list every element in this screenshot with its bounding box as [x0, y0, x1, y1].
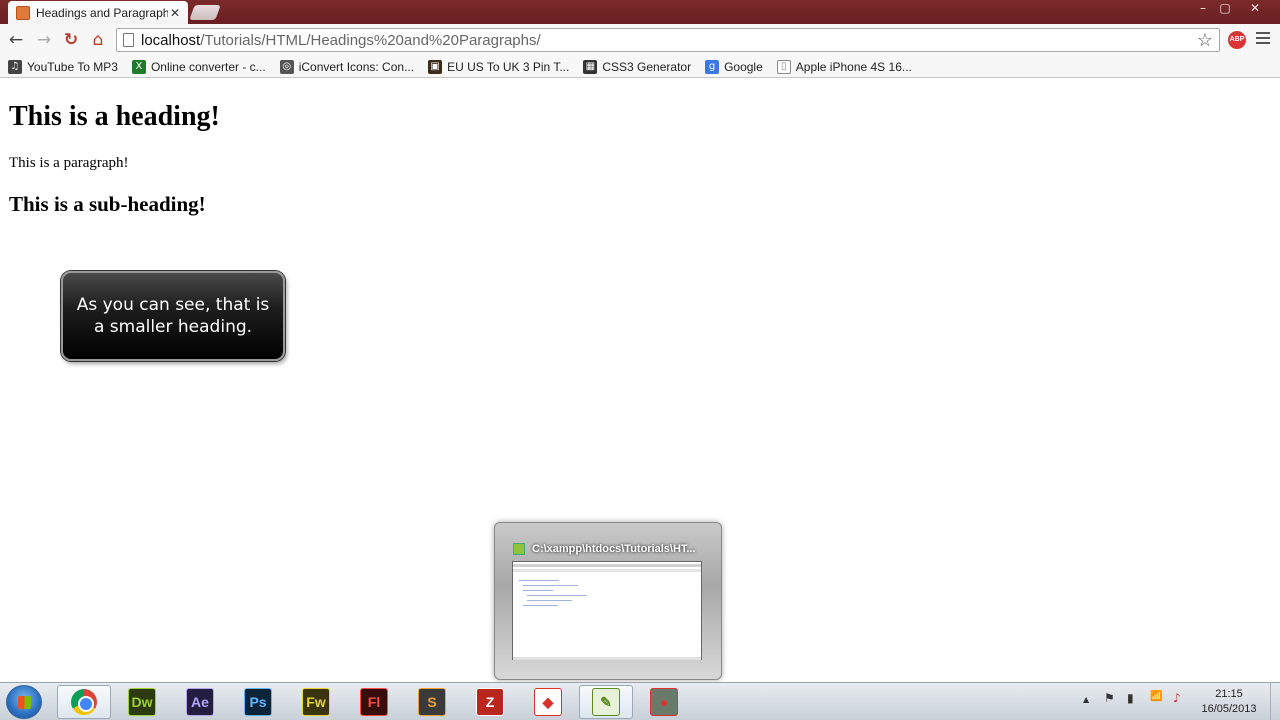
maximize-button[interactable]: ▢	[1210, 0, 1240, 18]
star-icon[interactable]: ☆	[1197, 30, 1213, 51]
forward-arrow-icon[interactable]: →	[34, 30, 54, 50]
bookmark-item[interactable]: ▯ Apple iPhone 4S 16...	[776, 59, 912, 74]
bookmark-item[interactable]: X Online converter - c...	[131, 59, 266, 74]
taskbar-app-flash[interactable]: Fl	[347, 685, 401, 719]
music-note-icon: ♫	[8, 59, 22, 74]
bookmark-item[interactable]: ▣ EU US To UK 3 Pin T...	[428, 59, 570, 74]
bookmark-item[interactable]: ◎ iConvert Icons: Con...	[279, 59, 415, 74]
clock-time: 21:15	[1215, 688, 1243, 700]
xampp-favicon-icon	[16, 5, 30, 20]
tab-close-icon[interactable]: ✕	[168, 6, 182, 20]
adblock-icon[interactable]: ABP	[1228, 31, 1246, 49]
taskbar-app-fireworks[interactable]: Fw	[289, 685, 343, 719]
taskbar-thumbnail-preview[interactable]: C:\xampp\htdocs\Tutorials\HT...	[494, 522, 722, 680]
tray-expand-icon[interactable]: ▲	[1083, 695, 1089, 704]
bookmark-label: Online converter - c...	[150, 59, 266, 74]
page-paragraph: This is a paragraph!	[9, 155, 129, 171]
menu-icon[interactable]	[1256, 32, 1270, 46]
close-window-button[interactable]: ✕	[1240, 0, 1270, 18]
sketchup-icon: ◆	[534, 688, 562, 716]
page-subheading: This is a sub-heading!	[9, 192, 206, 216]
tab-headings-and-paragraphs[interactable]: Headings and Paragraphs ✕	[8, 1, 188, 24]
start-button[interactable]	[6, 685, 42, 719]
taskbar-app-filezilla[interactable]: Z	[463, 685, 517, 719]
notepad-plus-icon: ✎	[592, 688, 620, 716]
taskbar-app-after-effects[interactable]: Ae	[173, 685, 227, 719]
bookmark-label: CSS3 Generator	[602, 59, 692, 74]
reload-icon[interactable]: ↻	[61, 30, 81, 50]
clock-date: 16/05/2013	[1201, 703, 1257, 715]
fireworks-icon: Fw	[302, 688, 330, 716]
bookmark-label: Apple iPhone 4S 16...	[795, 59, 912, 74]
google-icon: g	[705, 59, 720, 74]
filezilla-icon: Z	[476, 688, 504, 716]
sublime-icon: S	[418, 688, 446, 716]
taskbar-app-sublime[interactable]: S	[405, 685, 459, 719]
flash-icon: Fl	[360, 688, 388, 716]
browser-titlebar: Headings and Paragraphs ✕ – ▢ ✕	[0, 0, 1280, 24]
url-host: localhost	[141, 31, 201, 49]
new-tab-button[interactable]	[189, 5, 221, 20]
thumbnail-title: C:\xampp\htdocs\Tutorials\HT...	[513, 541, 713, 557]
bookmark-label: iConvert Icons: Con...	[298, 59, 415, 74]
taskbar-app-sketchup[interactable]: ◆	[521, 685, 575, 719]
after-effects-icon: Ae	[186, 688, 214, 716]
css3-icon: ▦	[583, 59, 598, 74]
iconvert-icon: ◎	[279, 59, 294, 74]
bookmark-item[interactable]: ▦ CSS3 Generator	[583, 59, 692, 74]
bookmark-label: Google	[724, 59, 763, 74]
bookmark-label: YouTube To MP3	[27, 59, 118, 74]
address-bar[interactable]: localhost/Tutorials/HTML/Headings%20and%…	[116, 28, 1220, 52]
browser-toolbar: ← → ↻ ⌂ localhost/Tutorials/HTML/Heading…	[0, 24, 1280, 56]
photoshop-icon: Ps	[244, 688, 272, 716]
windows-taskbar: Dw Ae Ps Fw Fl S Z ◆ ✎ ● ▲ ⚑ ▮ 📶 ♪ 21:15 16/05/20…	[0, 682, 1280, 720]
action-center-flag-icon[interactable]: ⚑	[1104, 691, 1115, 705]
home-icon[interactable]: ⌂	[88, 30, 108, 50]
signal-icon[interactable]: 📶	[1150, 691, 1162, 702]
bookmark-label: EU US To UK 3 Pin T...	[447, 59, 570, 74]
taskbar-app-chrome[interactable]	[57, 685, 111, 719]
volume-muted-icon[interactable]: ♪	[1173, 691, 1181, 705]
taskbar-app-video-tool[interactable]: ●	[637, 685, 691, 719]
taskbar-app-photoshop[interactable]: Ps	[231, 685, 285, 719]
tab-title: Headings and Paragraphs	[36, 5, 168, 20]
page-icon: ▯	[776, 59, 791, 74]
system-clock[interactable]: 21:15 16/05/2013	[1192, 687, 1266, 717]
thumbnail-window-preview	[512, 561, 702, 660]
annotation-callout: As you can see, that is a smaller headin…	[61, 271, 285, 361]
bookmark-item[interactable]: g Google	[705, 59, 763, 74]
show-desktop-button[interactable]	[1270, 683, 1280, 720]
video-tool-icon: ●	[650, 688, 678, 716]
shop-icon: ▣	[428, 59, 443, 74]
bookmark-item[interactable]: ♫ YouTube To MP3	[8, 59, 118, 74]
back-arrow-icon[interactable]: ←	[6, 30, 26, 50]
taskbar-app-notepad-plus[interactable]: ✎	[579, 685, 633, 719]
bookmarks-bar: ♫ YouTube To MP3 X Online converter - c... ◎…	[0, 56, 1280, 78]
page-heading: This is a heading!	[9, 101, 220, 132]
page-icon	[123, 33, 134, 47]
notepad-plus-icon	[513, 543, 525, 555]
taskbar-app-dreamweaver[interactable]: Dw	[115, 685, 169, 719]
converter-icon: X	[131, 59, 146, 74]
url-path: /Tutorials/HTML/Headings%20and%20Paragra…	[200, 31, 541, 49]
chrome-icon	[71, 689, 97, 715]
network-icon[interactable]: ▮	[1127, 691, 1134, 705]
dreamweaver-icon: Dw	[128, 688, 156, 716]
thumbnail-title-text: C:\xampp\htdocs\Tutorials\HT...	[532, 543, 696, 555]
